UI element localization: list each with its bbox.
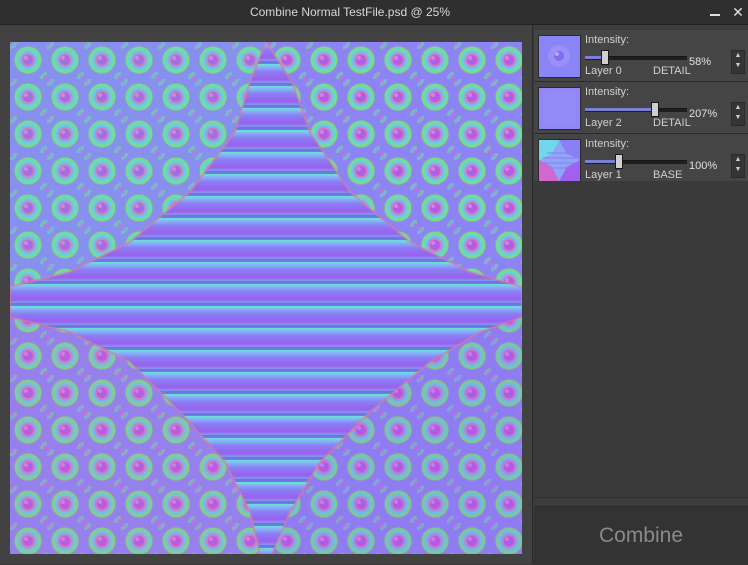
combine-button[interactable]: Combine bbox=[534, 506, 748, 565]
layer-name: Layer 1 bbox=[585, 169, 622, 181]
layer-thumbnail[interactable] bbox=[538, 87, 581, 130]
slider-fill bbox=[585, 108, 655, 111]
layer-name: Layer 2 bbox=[585, 117, 622, 129]
minimize-icon bbox=[710, 14, 720, 16]
spin-up-icon[interactable]: ▲ bbox=[732, 103, 744, 113]
layer-type: DETAIL bbox=[653, 65, 691, 77]
slider-fill bbox=[585, 160, 619, 163]
canvas-area bbox=[0, 25, 533, 564]
layers-panel: Intensity: 58% ▲ ▼ Layer 0 DETAIL Intens… bbox=[534, 25, 748, 565]
intensity-slider[interactable] bbox=[585, 50, 687, 65]
plain-detail-icon bbox=[539, 88, 580, 129]
layer-name: Layer 0 bbox=[585, 65, 622, 77]
intensity-value[interactable]: 58% bbox=[689, 54, 729, 70]
normal-map-preview[interactable] bbox=[10, 42, 522, 554]
spin-down-icon[interactable]: ▼ bbox=[732, 165, 744, 175]
layer-thumbnail[interactable] bbox=[538, 35, 581, 78]
intensity-label: Intensity: bbox=[585, 86, 630, 98]
slider-handle[interactable] bbox=[615, 154, 623, 169]
layer-type: BASE bbox=[653, 169, 683, 181]
title-bar[interactable]: Combine Normal TestFile.psd @ 25% ✕ bbox=[0, 0, 748, 25]
intensity-label: Intensity: bbox=[585, 34, 630, 46]
spin-up-icon[interactable]: ▲ bbox=[732, 51, 744, 61]
intensity-slider[interactable] bbox=[585, 102, 687, 117]
flower-detail-icon bbox=[539, 36, 580, 77]
layer-thumbnail[interactable] bbox=[538, 139, 581, 182]
spin-down-icon[interactable]: ▼ bbox=[732, 113, 744, 123]
slider-handle[interactable] bbox=[601, 50, 609, 65]
intensity-spinner[interactable]: ▲ ▼ bbox=[731, 50, 745, 74]
intensity-spinner[interactable]: ▲ ▼ bbox=[731, 102, 745, 126]
layer-row-1[interactable]: Intensity: 100% ▲ ▼ Layer 1 BASE bbox=[534, 134, 748, 186]
slider-handle[interactable] bbox=[651, 102, 659, 117]
base-shape-icon bbox=[539, 140, 580, 181]
layers-empty-area bbox=[534, 181, 748, 498]
layer-type: DETAIL bbox=[653, 117, 691, 129]
close-icon: ✕ bbox=[732, 4, 744, 20]
intensity-spinner[interactable]: ▲ ▼ bbox=[731, 154, 745, 178]
intensity-label: Intensity: bbox=[585, 138, 630, 150]
layer-row-2[interactable]: Intensity: 207% ▲ ▼ Layer 2 DETAIL bbox=[534, 82, 748, 134]
window-title: Combine Normal TestFile.psd @ 25% bbox=[249, 5, 451, 19]
intensity-slider[interactable] bbox=[585, 154, 687, 169]
minimize-button[interactable] bbox=[704, 1, 726, 23]
intensity-value[interactable]: 100% bbox=[689, 158, 729, 174]
spin-down-icon[interactable]: ▼ bbox=[732, 61, 744, 71]
close-button[interactable]: ✕ bbox=[727, 1, 748, 23]
spin-up-icon[interactable]: ▲ bbox=[732, 155, 744, 165]
layer-row-0[interactable]: Intensity: 58% ▲ ▼ Layer 0 DETAIL bbox=[534, 30, 748, 82]
normal-map-image bbox=[10, 42, 522, 554]
intensity-value[interactable]: 207% bbox=[689, 106, 729, 122]
